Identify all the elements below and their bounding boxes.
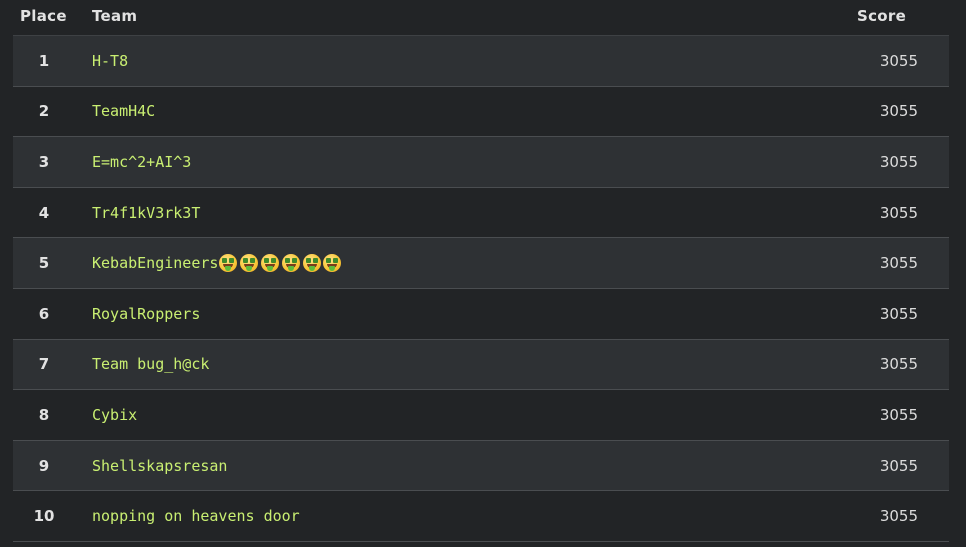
place-cell: 5 <box>38 254 50 273</box>
money-mouth-face-icon <box>302 254 321 273</box>
team-link[interactable]: TeamH4C <box>92 87 155 137</box>
score-cell: 3055 <box>879 102 918 121</box>
team-link[interactable]: Cybix <box>92 390 137 440</box>
place-cell: 1 <box>38 51 50 70</box>
score-cell: 3055 <box>879 203 918 222</box>
column-header-place[interactable]: Place <box>20 7 67 25</box>
table-row: 8 Cybix 3055 <box>13 390 949 441</box>
table-row: 10 nopping on heavens door 3055 <box>13 491 949 542</box>
team-emoji-group <box>219 254 344 273</box>
table-row: 3 E=mc^2+AI^3 3055 <box>13 137 949 188</box>
team-link[interactable]: Tr4f1kV3rk3T <box>92 188 200 238</box>
table-row: 7 Team bug_h@ck 3055 <box>13 339 949 391</box>
score-cell: 3055 <box>879 152 918 171</box>
score-cell: 3055 <box>879 355 918 374</box>
money-mouth-face-icon <box>240 254 259 273</box>
score-cell: 3055 <box>879 304 918 323</box>
money-mouth-face-icon <box>219 254 238 273</box>
column-header-score[interactable]: Score <box>857 7 906 25</box>
scoreboard-table: Place Team Score 1 H-T8 3055 2 TeamH4C 3… <box>13 0 949 542</box>
place-cell: 2 <box>38 102 50 121</box>
table-row: 1 H-T8 3055 <box>13 36 949 87</box>
table-row: 2 TeamH4C 3055 <box>13 86 949 138</box>
team-link[interactable]: Team bug_h@ck <box>92 340 209 390</box>
column-header-team[interactable]: Team <box>92 7 137 25</box>
place-cell: 9 <box>38 456 50 475</box>
place-cell: 8 <box>38 405 50 424</box>
money-mouth-face-icon <box>261 254 280 273</box>
team-link[interactable]: Shellskapsresan <box>92 441 227 491</box>
place-cell: 4 <box>38 203 50 222</box>
table-row: 5 KebabEngineers 3055 <box>13 238 949 289</box>
table-header: Place Team Score <box>13 0 949 36</box>
table-body: 1 H-T8 3055 2 TeamH4C 3055 3 E=mc^2+AI^3… <box>13 36 949 542</box>
place-cell: 10 <box>33 507 55 526</box>
score-cell: 3055 <box>879 405 918 424</box>
team-link[interactable]: RoyalRoppers <box>92 289 200 339</box>
table-row: 9 Shellskapsresan 3055 <box>13 440 949 492</box>
table-row: 6 RoyalRoppers 3055 <box>13 288 949 340</box>
team-link[interactable]: H-T8 <box>92 36 128 86</box>
team-link[interactable]: nopping on heavens door <box>92 491 300 541</box>
place-cell: 3 <box>38 152 50 171</box>
money-mouth-face-icon <box>323 254 342 273</box>
team-name[interactable]: KebabEngineers <box>92 254 218 272</box>
place-cell: 7 <box>38 355 50 374</box>
place-cell: 6 <box>38 304 50 323</box>
money-mouth-face-icon <box>281 254 300 273</box>
score-cell: 3055 <box>879 254 918 273</box>
score-cell: 3055 <box>879 456 918 475</box>
team-link[interactable]: E=mc^2+AI^3 <box>92 137 191 187</box>
table-row: 4 Tr4f1kV3rk3T 3055 <box>13 187 949 239</box>
score-cell: 3055 <box>879 51 918 70</box>
team-link[interactable]: KebabEngineers <box>92 238 344 288</box>
score-cell: 3055 <box>879 507 918 526</box>
